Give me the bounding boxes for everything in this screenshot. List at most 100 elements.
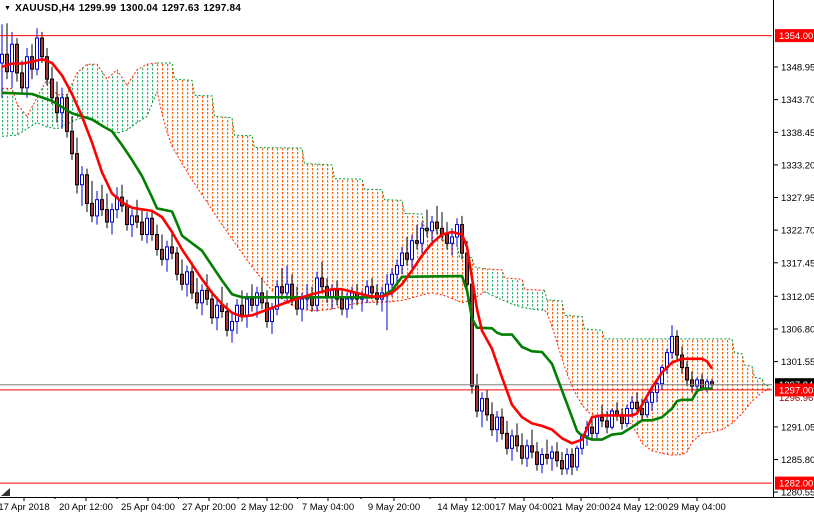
price-tick-label: 1348.95	[781, 63, 814, 74]
price-line-label: 1297.00	[775, 383, 814, 396]
time-tick-label: 29 May 04:00	[668, 502, 726, 513]
candle-body	[506, 433, 509, 448]
time-tick-label: 21 May 20:00	[552, 502, 610, 513]
candle-body	[101, 200, 104, 210]
candle-body	[126, 206, 129, 225]
candle-body	[406, 253, 409, 259]
price-tick-label: 1312.05	[781, 292, 814, 303]
candle-body	[51, 79, 54, 98]
candle-body	[321, 278, 324, 287]
candle-body	[606, 421, 609, 427]
candle-body	[1, 54, 4, 63]
candle-body	[111, 210, 114, 222]
candle-body	[76, 154, 79, 185]
candle-body	[676, 336, 679, 355]
candle-body	[456, 225, 459, 237]
candle-body	[566, 455, 569, 469]
candle-body	[556, 452, 559, 461]
candle-body	[331, 290, 334, 296]
candle-body	[211, 299, 214, 318]
candle-body	[416, 241, 419, 244]
candle-body	[16, 44, 19, 73]
candle-body	[446, 235, 449, 244]
candle-body	[71, 131, 74, 153]
candle-body	[251, 299, 254, 305]
candle-body	[186, 272, 189, 284]
candle-body	[146, 218, 149, 234]
candle-body	[411, 241, 414, 260]
price-line-label: 1354.00	[775, 29, 814, 42]
chart-canvas[interactable]: 1348.951343.701338.451333.201327.951322.…	[0, 0, 814, 514]
price-tick-label: 1285.80	[781, 455, 814, 466]
candle-body	[91, 203, 94, 215]
time-tick-label: 2 May 12:00	[241, 502, 293, 513]
candle-body	[401, 253, 404, 265]
candle-body	[136, 216, 139, 222]
candle-body	[431, 222, 434, 231]
candle-body	[301, 299, 304, 309]
symbol-dropdown-icon[interactable]: ▼	[4, 4, 11, 14]
candle-body	[421, 228, 424, 243]
candle-body	[551, 452, 554, 458]
candle-body	[641, 409, 644, 415]
price-tick-label: 1338.45	[781, 128, 814, 139]
candle-body	[486, 399, 489, 415]
candle-body	[286, 284, 289, 293]
price-tick-label: 1322.70	[781, 226, 814, 237]
time-tick-label: 7 May 04:00	[302, 502, 354, 513]
candle-body	[176, 253, 179, 274]
candle-body	[341, 299, 344, 309]
candle-body	[571, 455, 574, 467]
candle-body	[531, 446, 534, 452]
time-tick-label: 14 May 12:00	[437, 502, 495, 513]
svg-text:1297.00: 1297.00	[779, 385, 813, 396]
candle-body	[516, 436, 519, 446]
candle-body	[266, 303, 269, 322]
chart-window: ▼ XAUUSD,H4 1299.99 1300.04 1297.63 1297…	[0, 0, 814, 514]
svg-text:1282.00: 1282.00	[779, 479, 813, 490]
candle-body	[161, 249, 164, 259]
price-tick-label: 1291.05	[781, 422, 814, 433]
time-tick-label: 9 May 20:00	[368, 502, 420, 513]
candle-body	[686, 368, 689, 380]
candle-body	[96, 200, 99, 216]
candle-body	[501, 417, 504, 433]
candle-body	[231, 322, 234, 331]
candle-body	[471, 284, 474, 386]
candle-body	[636, 402, 639, 408]
quote-open: 1299.99	[79, 3, 117, 14]
candle-body	[496, 417, 499, 429]
candle-body	[226, 312, 229, 331]
candle-body	[391, 274, 394, 284]
candle-body	[66, 98, 69, 132]
quote-close: 1297.84	[203, 3, 241, 14]
candle-body	[611, 411, 614, 427]
candle-body	[281, 287, 284, 293]
candle-body	[21, 73, 24, 88]
time-tick-label: 17 May 04:00	[495, 502, 553, 513]
candle-body	[426, 228, 429, 231]
candle-body	[6, 54, 9, 71]
candle-body	[671, 336, 674, 352]
candle-body	[536, 452, 539, 464]
candle-body	[436, 222, 439, 228]
candle-body	[681, 355, 684, 367]
quote-header: ▼ XAUUSD,H4 1299.99 1300.04 1297.63 1297…	[4, 3, 241, 14]
time-tick-label: 17 Apr 2018	[0, 502, 50, 513]
candle-body	[591, 427, 594, 433]
price-tick-label: 1333.20	[781, 160, 814, 171]
candle-body	[511, 436, 514, 448]
candle-body	[396, 266, 399, 275]
candle-body	[166, 247, 169, 259]
candle-body	[561, 461, 564, 469]
candle-body	[201, 290, 204, 302]
price-line-label: 1282.00	[775, 477, 814, 490]
svg-text:1354.00: 1354.00	[779, 31, 813, 42]
candle-body	[256, 293, 259, 305]
candle-body	[36, 38, 39, 69]
candle-body	[196, 293, 199, 303]
candle-body	[141, 222, 144, 234]
candle-body	[271, 309, 274, 321]
candle-body	[296, 299, 299, 309]
price-tick-label: 1343.70	[781, 95, 814, 106]
